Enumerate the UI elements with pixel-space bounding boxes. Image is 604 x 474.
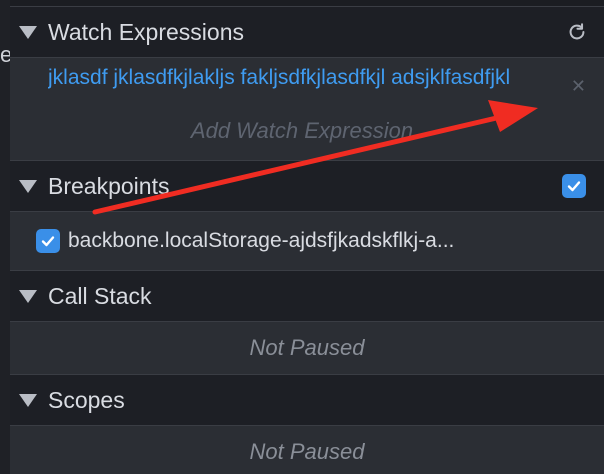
- debugger-sidebar: e Watch Expressions jklasdf jklasdfkjlak…: [0, 0, 604, 474]
- call-stack-title: Call Stack: [48, 282, 152, 309]
- collapse-triangle-icon[interactable]: [19, 289, 37, 303]
- checkmark-icon: [41, 236, 55, 247]
- watch-expressions-title: Watch Expressions: [48, 18, 244, 45]
- collapse-triangle-icon[interactable]: [19, 25, 37, 39]
- refresh-icon[interactable]: [566, 21, 588, 43]
- scopes-status: Not Paused: [249, 439, 365, 464]
- checkmark-icon: [567, 181, 581, 192]
- breakpoints-header[interactable]: Breakpoints: [10, 160, 604, 212]
- scopes-header[interactable]: Scopes: [10, 374, 604, 426]
- breakpoint-label: backbone.localStorage-ajdsfjkadskflkj-a.…: [68, 229, 455, 252]
- scopes-title: Scopes: [48, 386, 125, 413]
- watch-expression-item[interactable]: jklasdf jklasdfkjlakljs fakljsdfkjlasdfk…: [48, 66, 590, 90]
- watch-expressions-header[interactable]: Watch Expressions: [10, 6, 604, 58]
- breakpoints-title: Breakpoints: [48, 172, 170, 199]
- breakpoints-toggle-checkbox[interactable]: [562, 174, 586, 198]
- breakpoint-item[interactable]: backbone.localStorage-ajdsfjkadskflkj-a.…: [36, 229, 454, 253]
- collapse-triangle-icon[interactable]: [19, 179, 37, 193]
- call-stack-header[interactable]: Call Stack: [10, 270, 604, 322]
- editor-edge: e: [0, 0, 12, 474]
- call-stack-status: Not Paused: [249, 335, 365, 360]
- collapse-triangle-icon[interactable]: [19, 393, 37, 407]
- breakpoint-checkbox[interactable]: [36, 229, 60, 253]
- add-watch-expression-input[interactable]: Add Watch Expression: [0, 118, 604, 144]
- close-icon[interactable]: ✕: [571, 76, 586, 97]
